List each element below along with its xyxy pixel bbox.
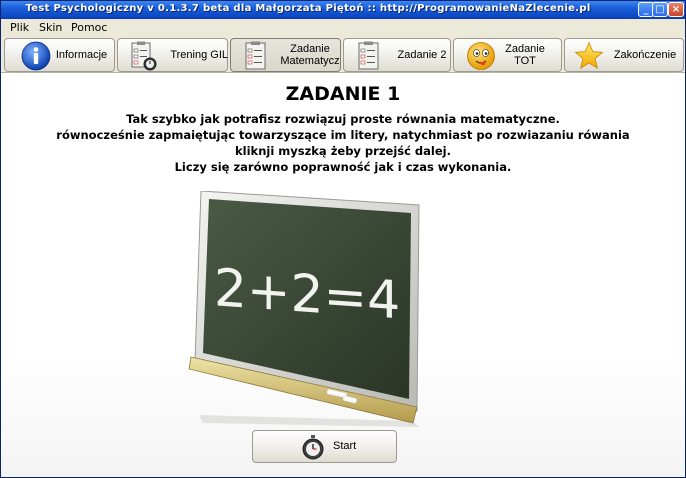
tab-zadanie-matematyczne[interactable]: Zadanie Matematycz xyxy=(230,38,341,72)
app-window: Test Psychologiczny v 0.1.3.7 beta dla M… xyxy=(0,0,686,478)
tab-bar: Informacje Trening GIL Zadanie Matematyc… xyxy=(1,37,685,73)
start-button-label: Start xyxy=(333,440,357,452)
stopwatch-icon xyxy=(302,435,324,460)
maximize-button[interactable]: □ xyxy=(652,2,668,17)
tab-informacje[interactable]: Informacje xyxy=(4,38,115,72)
tab-zadanie-tot-label: Zadanie TOT xyxy=(505,43,545,67)
menu-skin[interactable]: Skin xyxy=(39,21,62,34)
description-line: Tak szybko jak potrafisz rozwiązuj prost… xyxy=(126,112,560,126)
tab-trening-gil-label: Trening GIL xyxy=(170,49,228,61)
star-icon xyxy=(574,41,604,70)
tab-zakonczenie[interactable]: Zakończenie xyxy=(564,38,684,72)
smiley-face-icon xyxy=(467,42,495,70)
tab-zadanie-2[interactable]: Zadanie 2 xyxy=(343,38,451,72)
window-title: Test Psychologiczny v 0.1.3.7 beta dla M… xyxy=(25,3,591,14)
page-title: ZADANIE 1 xyxy=(285,83,401,105)
close-button[interactable]: × xyxy=(668,2,684,17)
chalkboard-illustration: 2+2=4 xyxy=(188,191,420,427)
description-line: Liczy się zarówno poprawność jak i czas … xyxy=(174,160,512,174)
tab-informacje-label: Informacje xyxy=(55,49,108,61)
checklist-stopwatch-icon xyxy=(131,41,157,71)
tab-trening-gil[interactable]: Trening GIL xyxy=(117,38,228,72)
task-description: Tak szybko jak potrafisz rozwiązuj prost… xyxy=(21,111,665,175)
tab-zadanie-matematyczne-label: Zadanie Matematycz xyxy=(280,43,340,67)
checklist-icon xyxy=(358,41,379,70)
menu-pomoc[interactable]: Pomoc xyxy=(71,21,107,34)
description-line: równocześnie zapmaiętując towarzyszące i… xyxy=(56,128,630,142)
tab-zakonczenie-label: Zakończenie xyxy=(613,49,677,61)
tab-zadanie-tot[interactable]: Zadanie TOT xyxy=(453,38,562,72)
title-bar[interactable]: Test Psychologiczny v 0.1.3.7 beta dla M… xyxy=(1,1,685,19)
menu-plik[interactable]: Plik xyxy=(10,21,29,34)
menu-bar: Plik Skin Pomoc xyxy=(1,19,685,37)
description-line: kliknji myszką żeby przejść dalej. xyxy=(235,144,451,158)
tab-zadanie-2-label: Zadanie 2 xyxy=(397,49,447,61)
start-button[interactable]: Start xyxy=(252,430,397,463)
info-icon xyxy=(21,41,51,71)
main-content: ZADANIE 1 Tak szybko jak potrafisz rozwi… xyxy=(1,73,685,477)
checklist-icon xyxy=(245,41,266,70)
